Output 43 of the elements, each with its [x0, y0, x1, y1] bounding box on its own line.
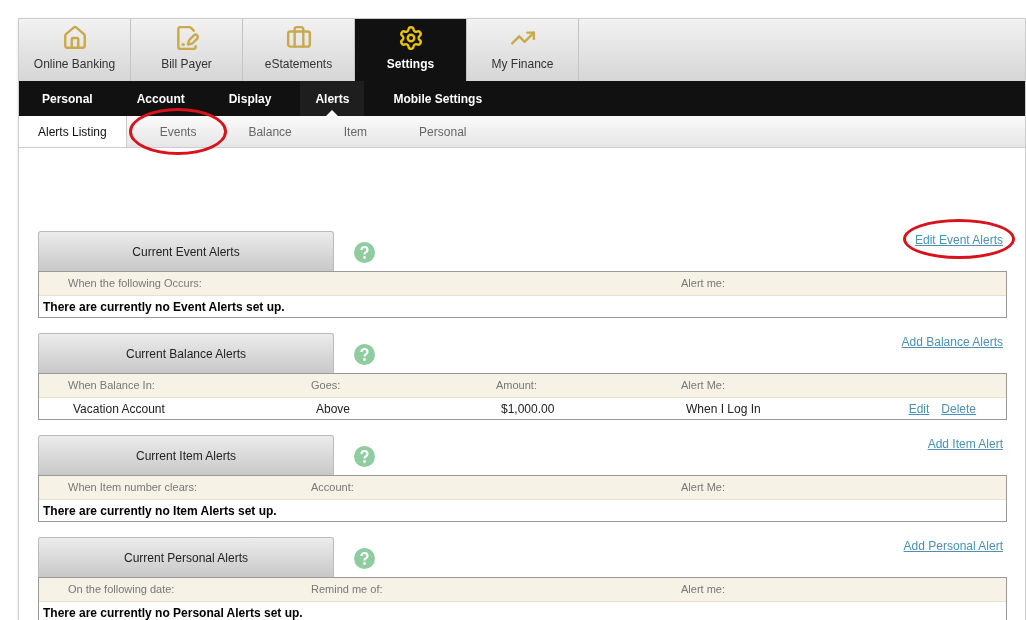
empty-message: There are currently no Personal Alerts set up.: [43, 604, 303, 620]
column-header: Alert me:: [681, 277, 725, 290]
table-cell: Vacation Account: [73, 401, 165, 416]
nav-tab[interactable]: Account: [121, 81, 200, 116]
table-cell: Above: [316, 401, 351, 416]
nav-tab[interactable]: Mobile Settings: [378, 81, 498, 116]
empty-message: There are currently no Item Alerts set up.: [43, 502, 277, 520]
sub-tab[interactable]: Events: [140, 116, 216, 147]
column-header: Alert Me:: [681, 481, 725, 494]
nav-tab[interactable]: Display: [213, 81, 287, 116]
row-action-link[interactable]: Delete: [941, 399, 976, 418]
link[interactable]: Add Personal Alert: [903, 539, 1003, 553]
column-header: Account:: [311, 481, 354, 494]
table-cell-text: When I Log In: [686, 400, 761, 418]
help-icon[interactable]: [354, 242, 375, 263]
main-tab[interactable]: Settings: [355, 19, 467, 81]
nav-tab[interactable]: Personal: [27, 81, 108, 116]
sub-tab[interactable]: Item: [324, 116, 387, 147]
column-header: Goes:: [311, 379, 341, 392]
column-header: When Balance In:: [68, 379, 155, 392]
house-icon: [61, 25, 88, 51]
column-header: Amount:: [496, 379, 537, 392]
settings-icon: [397, 25, 424, 51]
link[interactable]: Add Balance Alerts: [901, 335, 1003, 349]
row-action-link[interactable]: Edit: [908, 399, 930, 418]
column-header: Alert me:: [681, 583, 725, 596]
help-icon[interactable]: [354, 548, 375, 569]
help-icon[interactable]: [354, 344, 375, 365]
column-header: Remind me of:: [311, 583, 383, 596]
column-header: When Item number clears:: [68, 481, 197, 494]
column-header: On the following date:: [68, 583, 175, 596]
link[interactable]: Edit Event Alerts: [914, 233, 1003, 247]
sub-tab[interactable]: Balance: [229, 116, 311, 147]
sub-tab[interactable]: Personal: [400, 116, 486, 147]
nav-tab[interactable]: Alerts: [300, 81, 365, 116]
help-icon[interactable]: [354, 446, 375, 467]
column-header: Alert Me:: [681, 379, 725, 392]
column-header: When the following Occurs:: [68, 277, 202, 290]
empty-message: There are currently no Event Alerts set up.: [43, 298, 285, 316]
link[interactable]: Add Item Alert: [927, 437, 1003, 451]
briefcase-icon: [285, 25, 312, 51]
table-cell: $1,000.00: [501, 401, 555, 416]
sub-tab[interactable]: Alerts Listing: [19, 116, 127, 147]
